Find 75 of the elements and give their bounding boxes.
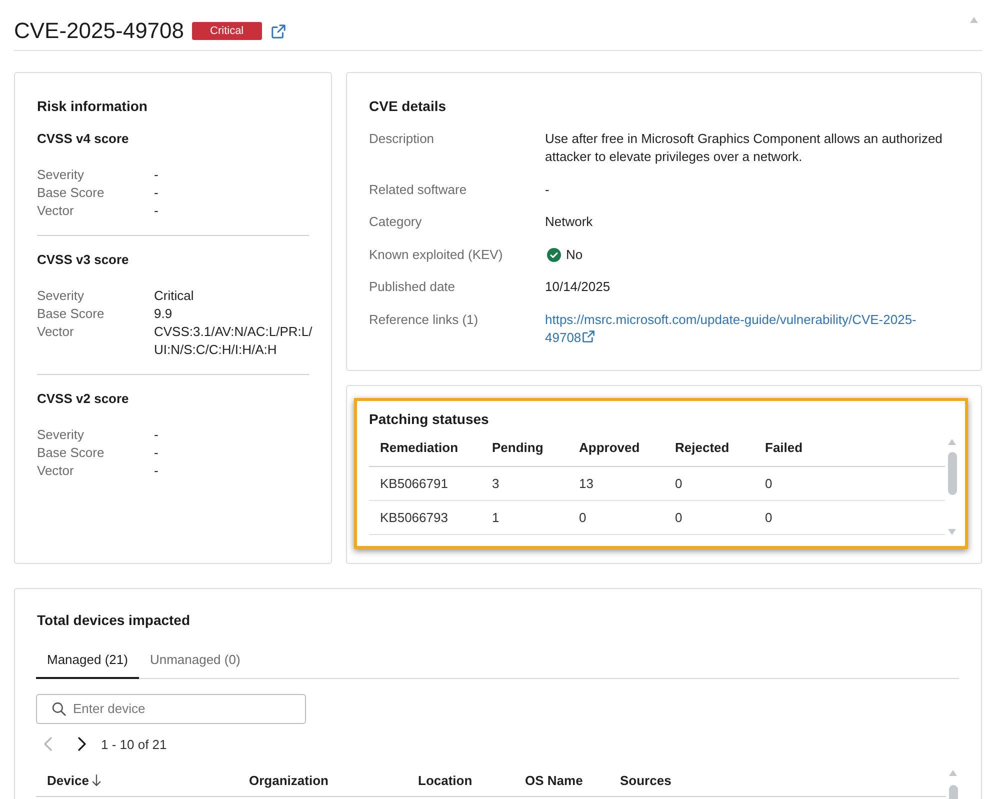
section-title: CVSS v3 score xyxy=(37,251,129,269)
field-value: 10/14/2025 xyxy=(545,278,610,296)
tab[interactable]: Unmanaged (0) xyxy=(138,642,252,678)
reference-link[interactable]: https://msrc.microsoft.com/update-guide/vulnerability/CVE-2025-49708 xyxy=(545,310,940,346)
field-value: Critical xyxy=(154,287,194,305)
field-value: - xyxy=(154,462,158,480)
field-label: Category xyxy=(369,213,422,231)
scroll-up-arrow-icon[interactable] xyxy=(970,17,978,23)
external-link-icon[interactable] xyxy=(582,330,596,342)
column-header: Failed xyxy=(754,430,945,466)
scrollbar-thumb[interactable] xyxy=(948,452,956,494)
field-value: Use after free in Microsoft Graphics Component allows an authorized attacker to elevate privileges over a network. xyxy=(545,130,944,166)
column-header[interactable]: Location xyxy=(407,765,514,797)
card-title: Total devices impacted xyxy=(37,610,190,628)
card-title: CVE details xyxy=(369,97,446,115)
table-cell: 1 xyxy=(481,500,568,534)
field-label: Vector xyxy=(37,202,74,220)
tab[interactable]: Managed (21) xyxy=(36,642,139,678)
field-label: Base Score xyxy=(37,305,104,323)
field-label: Base Score xyxy=(37,184,104,202)
field-label: Vector xyxy=(37,462,74,480)
external-link-icon[interactable] xyxy=(270,24,286,38)
field-value: 9.9 xyxy=(154,305,172,323)
field-label: Related software xyxy=(369,180,467,198)
section-title: CVSS v2 score xyxy=(37,390,129,408)
column-header[interactable]: Organization xyxy=(238,765,407,797)
field-value: - xyxy=(154,202,158,220)
sort-arrow-icon xyxy=(92,774,101,787)
field-value: - xyxy=(154,166,158,184)
page-range: 1 - 10 of 21 xyxy=(101,736,167,752)
section-title: CVSS v4 score xyxy=(37,130,129,148)
field-value: - xyxy=(154,444,158,462)
column-header[interactable]: Sources xyxy=(609,765,946,797)
table-cell: 0 xyxy=(568,500,664,534)
column-header[interactable]: Device xyxy=(36,765,238,797)
column-header: Remediation xyxy=(369,430,481,466)
field-label: Vector xyxy=(37,323,74,341)
scroll-up-arrow-icon[interactable] xyxy=(948,438,956,444)
table-cell: KB5066793 xyxy=(369,500,481,534)
card-title: Risk information xyxy=(37,97,148,115)
table-cell: 0 xyxy=(664,500,754,534)
field-label: Base Score xyxy=(37,444,104,462)
field-label: Known exploited (KEV) xyxy=(369,246,503,264)
table-cell: 0 xyxy=(754,500,945,534)
field-value: No xyxy=(566,246,583,264)
scroll-down-arrow-icon[interactable] xyxy=(948,528,956,534)
field-label: Published date xyxy=(369,278,456,296)
chevron-right-icon[interactable] xyxy=(78,737,86,752)
column-header[interactable]: OS Name xyxy=(514,765,609,797)
column-header: Pending xyxy=(481,430,568,466)
field-value: CVSS:3.1/AV:N/AC:L/PR:L/UI:N/S:C/C:H/I:H/A:H xyxy=(154,323,314,359)
field-label: Severity xyxy=(37,426,84,444)
field-value: - xyxy=(154,426,158,444)
table-cell: 13 xyxy=(568,466,664,500)
table-cell: 3 xyxy=(481,466,568,500)
check-circle-icon xyxy=(547,248,561,262)
field-value: - xyxy=(154,184,158,202)
column-header: Rejected xyxy=(664,430,754,466)
table-cell: 0 xyxy=(664,466,754,500)
field-label: Description xyxy=(369,130,434,148)
card-title: Patching statuses xyxy=(369,410,489,428)
column-header: Approved xyxy=(568,430,664,466)
field-value: - xyxy=(545,180,550,198)
scrollbar-thumb[interactable] xyxy=(948,785,958,799)
scroll-up-arrow-icon[interactable] xyxy=(949,770,957,776)
table-cell: KB5066791 xyxy=(369,466,481,500)
field-label: Reference links (1) xyxy=(369,310,478,329)
field-label: Severity xyxy=(37,287,84,305)
cve-title: CVE-2025-49708 xyxy=(14,18,184,44)
field-label: Severity xyxy=(37,166,84,184)
search-field[interactable]: Enter device xyxy=(36,694,306,724)
table-cell: 0 xyxy=(754,466,945,500)
search-icon xyxy=(52,702,66,716)
field-value: Network xyxy=(545,213,593,231)
severity-badge: Critical xyxy=(192,22,262,40)
